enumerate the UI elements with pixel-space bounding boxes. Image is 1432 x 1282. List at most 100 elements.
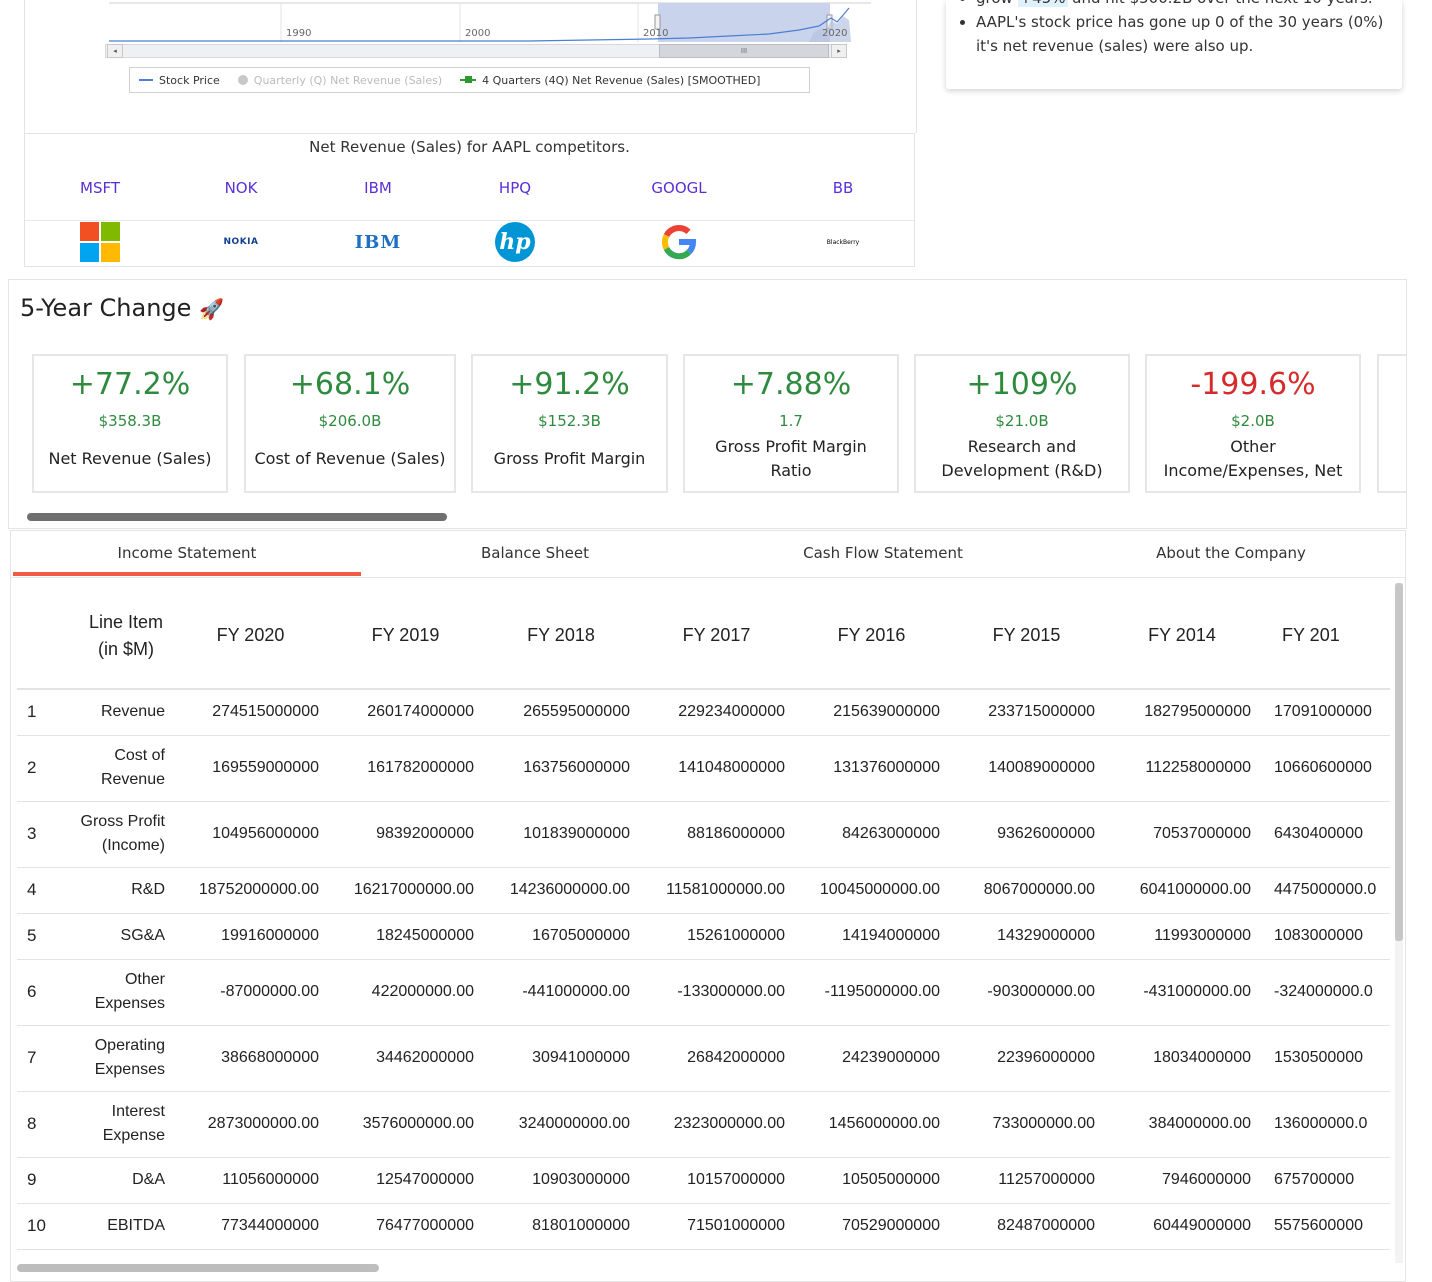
row-index xyxy=(17,1249,79,1260)
cell-value: 38668000000 xyxy=(173,1025,328,1092)
change-amount: 1.7 xyxy=(779,412,803,430)
legend-item-smoothed[interactable]: 4 Quarters (4Q) Net Revenue (Sales) [SMO… xyxy=(460,74,760,87)
change-card-cost-of-revenue[interactable]: +68.1% $206.0B Cost of Revenue (Sales) xyxy=(244,354,456,493)
competitor-link-bb[interactable]: BB xyxy=(833,179,854,197)
navigator-selection[interactable] xyxy=(658,3,830,42)
cell-value: 2323000000.00 xyxy=(639,1091,794,1158)
nokia-logo-icon[interactable]: NOKIA xyxy=(224,222,259,262)
tab-about-company[interactable]: About the Company xyxy=(1057,531,1405,577)
change-percent: +91.2% xyxy=(509,367,630,402)
tab-income-statement[interactable]: Income Statement xyxy=(13,531,361,577)
microsoft-logo-icon[interactable] xyxy=(80,222,120,262)
cell-value: 265595000000 xyxy=(483,689,639,736)
cell-value: 77344000000 xyxy=(173,1203,328,1250)
cell-value: 84263000000 xyxy=(794,801,949,868)
cell-value: 22396000000 xyxy=(949,1025,1104,1092)
legend-item-quarterly[interactable]: Quarterly (Q) Net Revenue (Sales) xyxy=(237,74,442,87)
horizontal-scrollbar-thumb[interactable] xyxy=(17,1264,379,1272)
table-row: 4 R&D 18752000000.00 16217000000.00 14236000… xyxy=(17,867,1390,914)
change-percent: +7.88% xyxy=(730,367,852,402)
competitor-link-hpq[interactable]: HPQ xyxy=(499,179,531,197)
cards-horizontal-scrollbar[interactable] xyxy=(27,513,447,521)
header-line-item[interactable]: Line Item (in $M) xyxy=(79,583,173,690)
table-row: 3 Gross Profit (Income) 104956000000 983920… xyxy=(17,801,1390,868)
cell-value: 260174000000 xyxy=(328,689,483,736)
change-card-other-income[interactable]: -199.6% $2.0B Other Income/Expenses, Net xyxy=(1145,354,1361,493)
cell-value: 14329000000 xyxy=(949,913,1104,960)
highlight: +45% xyxy=(1017,0,1068,7)
table-row: Operating xyxy=(17,1249,1390,1260)
legend-item-stock-price[interactable]: Stock Price xyxy=(139,74,220,87)
hp-logo-icon[interactable]: hp xyxy=(495,222,535,262)
competitor-link-ibm[interactable]: IBM xyxy=(364,179,392,197)
cell-value: 2873000000.00 xyxy=(173,1091,328,1158)
row-index: 10 xyxy=(17,1203,79,1250)
competitor-link-googl[interactable]: GOOGL xyxy=(651,179,706,197)
competitor-link-nok[interactable]: NOK xyxy=(225,179,258,197)
scroll-right-arrow-icon[interactable]: ▸ xyxy=(831,44,847,58)
cell-value xyxy=(949,1249,1104,1260)
ibm-logo-text: IBM xyxy=(354,231,402,253)
row-line-item: Gross Profit (Income) xyxy=(79,801,173,868)
ibm-logo-icon[interactable]: IBM xyxy=(355,222,402,262)
vertical-scrollbar-thumb[interactable] xyxy=(1395,583,1403,941)
x-tick-2020: 2020 xyxy=(822,28,848,39)
header-fy2016[interactable]: FY 2016 xyxy=(794,583,949,690)
change-amount: $206.0B xyxy=(318,412,382,430)
cell-value: 384000000.00 xyxy=(1104,1091,1260,1158)
cell-value: 10660600000 xyxy=(1260,735,1390,802)
cell-value: 10157000000 xyxy=(639,1157,794,1204)
change-amount: $152.3B xyxy=(538,412,601,430)
header-fy2020[interactable]: FY 2020 xyxy=(173,583,328,690)
change-amount: $21.0B xyxy=(995,412,1049,430)
tab-balance-sheet[interactable]: Balance Sheet xyxy=(361,531,709,577)
header-fy2018[interactable]: FY 2018 xyxy=(483,583,639,690)
header-fy2017[interactable]: FY 2017 xyxy=(639,583,794,690)
cell-value: 733000000.00 xyxy=(949,1091,1104,1158)
income-statement-table-wrapper[interactable]: Line Item (in $M) FY 2020 FY 2019 FY 201… xyxy=(17,583,1390,1260)
cell-value: 11993000000 xyxy=(1104,913,1260,960)
cell-value: 1083000000 xyxy=(1260,913,1390,960)
change-card-gross-margin-ratio[interactable]: +7.88% 1.7 Gross Profit Margin Ratio xyxy=(683,354,899,493)
square-line-swatch-icon xyxy=(460,76,477,84)
competitor-link-msft[interactable]: MSFT xyxy=(80,179,120,197)
cell-value: 233715000000 xyxy=(949,689,1104,736)
table-row: 6 Other Expenses -87000000.00 422000000.00-… xyxy=(17,959,1390,1026)
scroll-left-arrow-icon[interactable]: ◂ xyxy=(107,44,123,58)
change-percent: +68.1% xyxy=(289,367,411,402)
divider xyxy=(11,577,1405,578)
header-fy2019[interactable]: FY 2019 xyxy=(328,583,483,690)
legend-label: 4 Quarters (4Q) Net Revenue (Sales) [SMO… xyxy=(482,73,761,87)
table-header-row: Line Item (in $M) FY 2020 FY 2019 FY 201… xyxy=(17,583,1390,690)
blackberry-logo-icon[interactable]: BlackBerry xyxy=(827,222,859,262)
cell-value: 16705000000 xyxy=(483,913,639,960)
row-index: 6 xyxy=(17,959,79,1026)
header-fy2014[interactable]: FY 2014 xyxy=(1104,583,1260,690)
blackberry-logo-text: BlackBerry xyxy=(826,238,860,246)
change-card-partial[interactable] xyxy=(1377,354,1406,493)
five-year-change-panel: 5-Year Change 🚀 +77.2% $358.3B Net Reven… xyxy=(8,279,1407,529)
navigator-scrollbar-thumb[interactable]: III xyxy=(659,44,829,58)
active-tab-indicator xyxy=(13,572,361,576)
chart-legend: Stock Price Quarterly (Q) Net Revenue (S… xyxy=(129,67,810,93)
cell-value: -431000000.00 xyxy=(1104,959,1260,1026)
insight-item: AAPL's stock price has gone up 0 of the … xyxy=(976,10,1392,58)
change-card-rnd[interactable]: +109% $21.0B Research and Development (R… xyxy=(914,354,1130,493)
navigator-handle-left[interactable] xyxy=(654,14,661,30)
tab-cash-flow-statement[interactable]: Cash Flow Statement xyxy=(709,531,1057,577)
cell-value: 14194000000 xyxy=(794,913,949,960)
header-fy2013[interactable]: FY 201 xyxy=(1260,583,1390,690)
row-index: 5 xyxy=(17,913,79,960)
cell-value: 101839000000 xyxy=(483,801,639,868)
header-fy2015[interactable]: FY 2015 xyxy=(949,583,1104,690)
cell-value: 422000000.00 xyxy=(328,959,483,1026)
change-card-gross-profit[interactable]: +91.2% $152.3B Gross Profit Margin xyxy=(471,354,668,493)
change-card-net-revenue[interactable]: +77.2% $358.3B Net Revenue (Sales) xyxy=(32,354,228,493)
cell-value: 70529000000 xyxy=(794,1203,949,1250)
cell-value: 11581000000.00 xyxy=(639,867,794,914)
competitors-title: Net Revenue (Sales) for AAPL competitors… xyxy=(309,138,630,156)
cell-value: -87000000.00 xyxy=(173,959,328,1026)
google-logo-icon[interactable] xyxy=(659,222,699,262)
circle-swatch-icon xyxy=(237,75,248,85)
cell-value: 93626000000 xyxy=(949,801,1104,868)
